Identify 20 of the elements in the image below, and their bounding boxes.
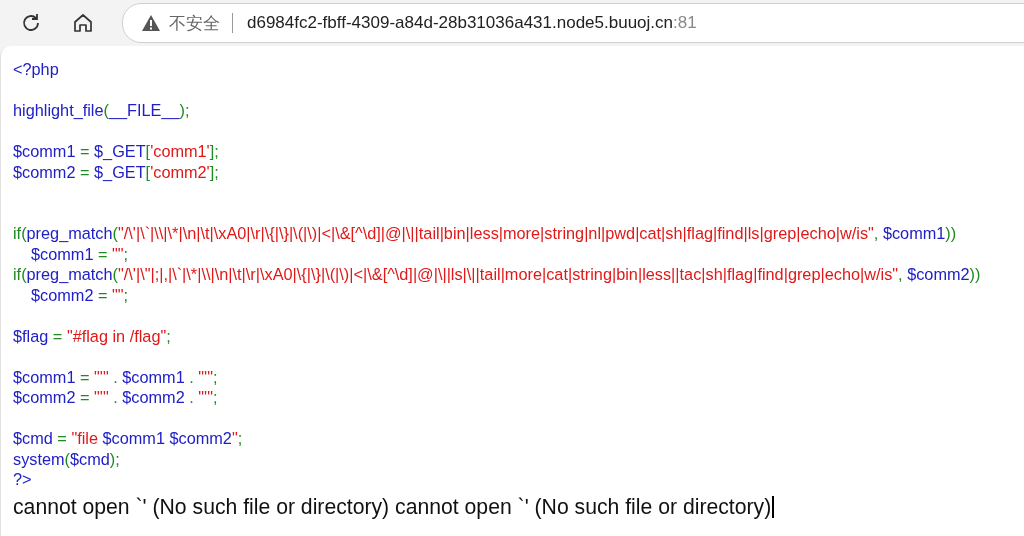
code-line: $comm1 = "'" . $comm1 . "'";	[13, 366, 219, 387]
code-line: $comm1 = "";	[30, 243, 130, 264]
warning-icon	[141, 14, 161, 32]
url-text: d6984fc2-fbff-4309-a84d-28b31036a431.node5.buuoj.cn:81	[247, 13, 697, 33]
code-line: system($cmd);	[13, 448, 121, 469]
security-warning: 不安全	[169, 12, 220, 35]
code-line: $comm2 = "'" . $comm2 . "'";	[13, 387, 219, 408]
code-line: $comm2 = $_GET['comm2'];	[13, 161, 220, 182]
code-line: if(preg_match("/\'|\"|;|,|\`|\*|\\|\n|\t|\r|\xA0|\{|\}|\(|\)|<|\&[^\d]|@|\||ls|\||tail|more|cat|string|bin|less||tac|sh|flag|find|grep|echo|w/is", $comm2))	[13, 264, 982, 285]
code-line: $comm2 = "";	[30, 284, 130, 305]
code-line: ?>	[13, 469, 33, 490]
text-cursor	[772, 495, 774, 518]
code-line: $flag = "#flag in /flag";	[13, 325, 172, 346]
code-line: highlight_file(__FILE__);	[13, 100, 191, 121]
code-line: $cmd = "file $comm1 $comm2";	[13, 428, 244, 449]
code-line: $comm1 = $_GET['comm1'];	[13, 141, 220, 162]
address-bar[interactable]: 不安全 d6984fc2-fbff-4309-a84d-28b31036a431.node5.buuoj.cn:81	[122, 3, 1024, 43]
command-output: cannot open `' (No such file or directory) cannot open `' (No such file or directory)	[13, 494, 772, 519]
code-line: <?php	[13, 59, 60, 80]
code-line: if(preg_match("/\'|\`|\\|\*|\n|\t|\xA0|\r|\{|\}|\(|\)|<|\&[^\d]|@|\||tail|bin|less|more|string|nl|pwd|cat|sh|flag|find|ls|grep|echo|w/is", $comm1))	[13, 223, 958, 244]
